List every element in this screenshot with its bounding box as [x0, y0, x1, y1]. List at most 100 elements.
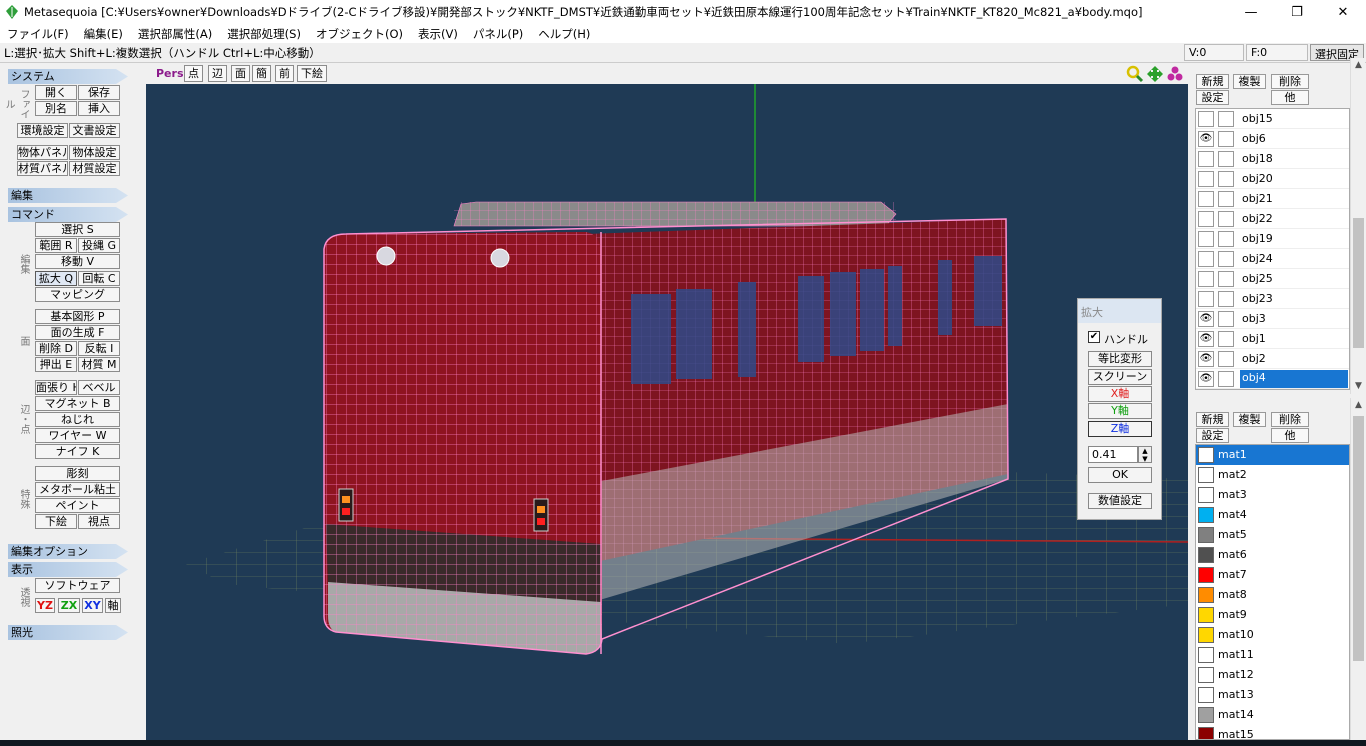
material-panel-button[interactable]: 材質パネル	[17, 161, 68, 176]
material-settings-button[interactable]: 材質設定	[69, 161, 120, 176]
scale-value-input[interactable]: 0.41	[1088, 446, 1138, 463]
menu-selection-process[interactable]: 選択部処理(S)	[220, 26, 309, 42]
object-list-item[interactable]: obj15	[1196, 109, 1349, 129]
object-list-item[interactable]: obj22	[1196, 209, 1349, 229]
underlay-button[interactable]: 下絵	[35, 514, 77, 529]
maximize-button[interactable]: ❐	[1274, 0, 1320, 24]
material-list-item[interactable]: mat4	[1196, 505, 1349, 525]
wire-button[interactable]: ワイヤー W	[35, 428, 120, 443]
bevel-button[interactable]: ベベル	[78, 380, 120, 395]
visibility-toggle[interactable]	[1198, 211, 1214, 227]
scale-value-spinner[interactable]: ▲ ▼	[1138, 446, 1152, 463]
magnet-button[interactable]: マグネット B	[35, 396, 120, 411]
visibility-toggle[interactable]	[1198, 151, 1214, 167]
metaball-button[interactable]: メタボール粘土	[35, 482, 120, 497]
object-list-item[interactable]: obj24	[1196, 249, 1349, 269]
invert-button[interactable]: 反転 I	[78, 341, 120, 356]
delete-button[interactable]: 削除 D	[35, 341, 77, 356]
material-list-item[interactable]: mat3	[1196, 485, 1349, 505]
close-button[interactable]: ✕	[1320, 0, 1366, 24]
twist-button[interactable]: ねじれ	[35, 412, 120, 427]
range-button[interactable]: 範囲 R	[35, 238, 77, 253]
menu-panel[interactable]: パネル(P)	[466, 26, 531, 42]
object-list-item[interactable]: 👁 obj1	[1196, 329, 1349, 349]
xy-view-button[interactable]: XY	[82, 598, 103, 613]
visibility-toggle[interactable]	[1198, 251, 1214, 267]
x-axis-button[interactable]: X軸	[1088, 386, 1152, 402]
object-duplicate-button[interactable]: 複製	[1233, 74, 1266, 89]
basic-shape-button[interactable]: 基本図形 P	[35, 309, 120, 324]
eye-icon[interactable]: 👁	[1198, 331, 1214, 347]
paint-button[interactable]: ペイント	[35, 498, 120, 513]
material-settings-button[interactable]: 設定	[1196, 428, 1229, 443]
handle-checkbox[interactable]: ✔	[1088, 331, 1100, 343]
lock-toggle[interactable]	[1218, 271, 1234, 287]
insert-button[interactable]: 挿入	[78, 101, 120, 116]
lock-toggle[interactable]	[1218, 231, 1234, 247]
material-list-item[interactable]: mat13	[1196, 685, 1349, 705]
lock-toggle[interactable]	[1218, 291, 1234, 307]
visibility-toggle[interactable]	[1198, 231, 1214, 247]
sculpt-button[interactable]: 彫刻	[35, 466, 120, 481]
object-panel-button[interactable]: 物体パネル	[17, 145, 68, 160]
3d-viewport[interactable]	[146, 84, 1188, 746]
material-list-item[interactable]: mat12	[1196, 665, 1349, 685]
show-points-button[interactable]: 点	[184, 65, 203, 82]
visibility-toggle[interactable]	[1198, 291, 1214, 307]
object-list-item[interactable]: 👁 obj2	[1196, 349, 1349, 369]
object-list-item[interactable]: 👁 obj4	[1196, 369, 1349, 389]
visibility-toggle[interactable]	[1198, 271, 1214, 287]
material-list-item[interactable]: mat9	[1196, 605, 1349, 625]
numeric-settings-button[interactable]: 数値設定	[1088, 493, 1152, 509]
material-list-scrollbar[interactable]: ▲	[1350, 398, 1365, 740]
material-list-item[interactable]: mat8	[1196, 585, 1349, 605]
lock-toggle[interactable]	[1218, 131, 1234, 147]
env-settings-button[interactable]: 環境設定	[17, 123, 68, 138]
zoom-icon[interactable]	[1126, 65, 1144, 83]
extrude-button[interactable]: 押出 E	[35, 357, 77, 372]
projection-mode-label[interactable]: Pers	[156, 67, 184, 80]
move-button[interactable]: 移動 V	[35, 254, 120, 269]
object-list-item[interactable]: obj18	[1196, 149, 1349, 169]
doc-settings-button[interactable]: 文書設定	[69, 123, 120, 138]
material-duplicate-button[interactable]: 複製	[1233, 412, 1266, 427]
material-list-item[interactable]: mat14	[1196, 705, 1349, 725]
material-other-button[interactable]: 他	[1271, 428, 1309, 443]
material-button[interactable]: 材質 M	[78, 357, 120, 372]
object-list-item[interactable]: obj25	[1196, 269, 1349, 289]
rotate-view-icon[interactable]	[1166, 65, 1184, 83]
edit-option-header[interactable]: 編集オプション	[8, 544, 128, 559]
edit-header[interactable]: 編集	[8, 188, 128, 203]
z-axis-button[interactable]: Z軸	[1088, 421, 1152, 437]
lasso-button[interactable]: 投縄 G	[78, 238, 120, 253]
uniform-scale-button[interactable]: 等比変形	[1088, 351, 1152, 367]
scale-button[interactable]: 拡大 Q	[35, 271, 77, 286]
save-as-button[interactable]: 別名	[35, 101, 77, 116]
material-list-item[interactable]: mat6	[1196, 545, 1349, 565]
eye-icon[interactable]: 👁	[1198, 371, 1214, 387]
object-settings-button[interactable]: 物体設定	[69, 145, 120, 160]
eye-icon[interactable]: 👁	[1198, 131, 1214, 147]
lock-toggle[interactable]	[1218, 111, 1234, 127]
ok-button[interactable]: OK	[1088, 467, 1152, 483]
lighting-header[interactable]: 照光	[8, 625, 128, 640]
lock-toggle[interactable]	[1218, 331, 1234, 347]
save-button[interactable]: 保存	[78, 85, 120, 100]
lock-toggle[interactable]	[1218, 371, 1234, 387]
zx-view-button[interactable]: ZX	[58, 598, 80, 613]
system-header[interactable]: システム	[8, 69, 128, 84]
minimize-button[interactable]: —	[1228, 0, 1274, 24]
menu-object[interactable]: オブジェクト(O)	[309, 26, 411, 42]
show-edges-button[interactable]: 辺	[208, 65, 227, 82]
rotate-button[interactable]: 回転 C	[78, 271, 120, 286]
object-other-button[interactable]: 他	[1271, 90, 1309, 105]
object-list-item[interactable]: 👁 obj3	[1196, 309, 1349, 329]
underlay-toggle-button[interactable]: 下絵	[297, 65, 327, 82]
object-list-item[interactable]: 👁 obj6	[1196, 129, 1349, 149]
stretch-button[interactable]: 面張り H	[35, 380, 77, 395]
software-render-button[interactable]: ソフトウェア	[35, 578, 120, 593]
visibility-toggle[interactable]	[1198, 111, 1214, 127]
object-list-item[interactable]: obj20	[1196, 169, 1349, 189]
visibility-toggle[interactable]	[1198, 171, 1214, 187]
object-list-scrollbar[interactable]: ▲ ▼	[1350, 58, 1365, 394]
